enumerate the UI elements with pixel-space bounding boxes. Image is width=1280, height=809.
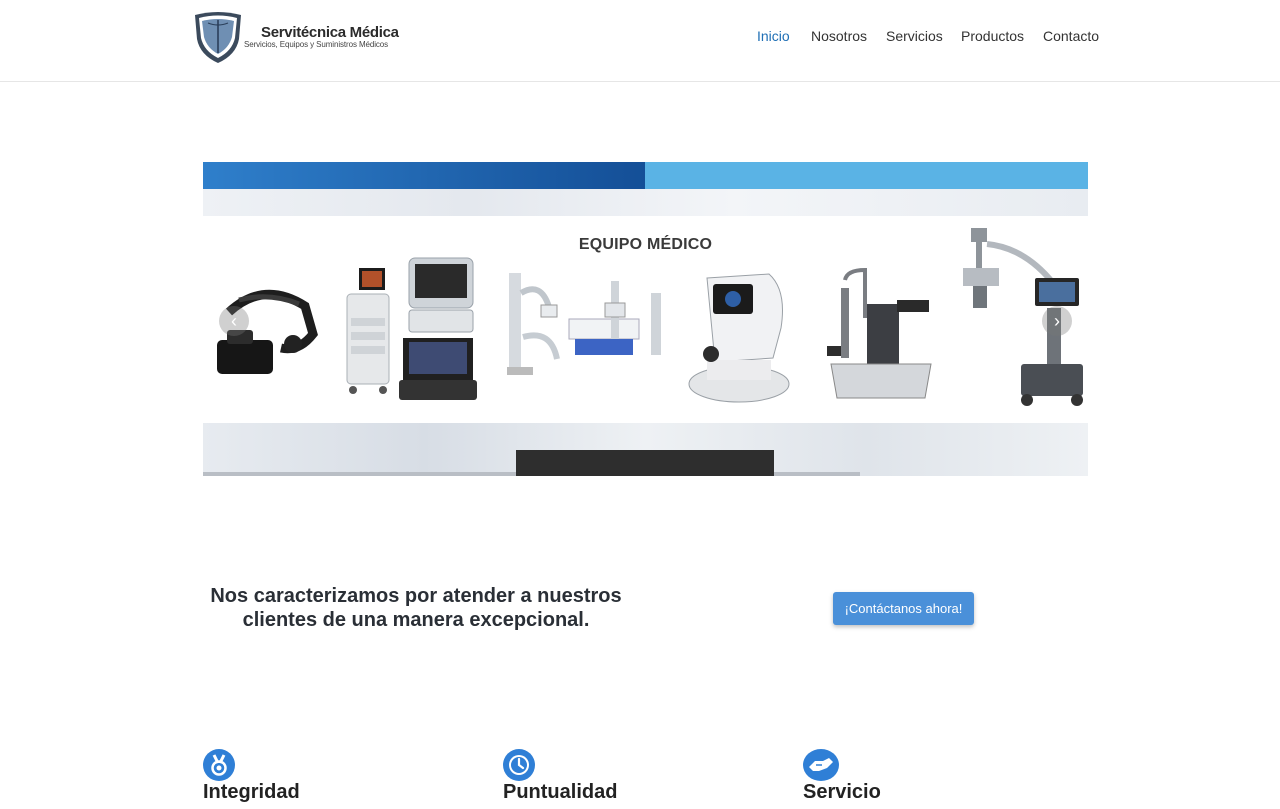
intro-tagline: Nos caracterizamos por atender a nuestro…	[210, 585, 622, 631]
nav-item-contacto[interactable]: Contacto	[1043, 28, 1099, 44]
site-header: Servitécnica Médica Servicios, Equipos y…	[0, 0, 1280, 82]
slide-caption-bar	[516, 450, 774, 476]
clock-icon	[503, 749, 535, 781]
slide-band-left	[203, 162, 645, 189]
slider-next-button[interactable]: ›	[1042, 306, 1072, 336]
main-nav: Inicio Nosotros Servicios Productos Cont…	[0, 28, 1280, 48]
medal-icon	[203, 749, 235, 781]
slider-prev-button[interactable]: ‹	[219, 306, 249, 336]
slit-lamp-image	[827, 267, 932, 399]
nav-item-nosotros[interactable]: Nosotros	[811, 28, 867, 44]
nav-item-inicio[interactable]: Inicio	[757, 28, 790, 44]
ultrasound-machines-image	[346, 257, 477, 400]
nav-item-servicios[interactable]: Servicios	[886, 28, 943, 44]
chevron-left-icon: ‹	[231, 311, 237, 331]
value-servicio: Servicio	[803, 749, 1023, 809]
value-integridad: Integridad	[203, 749, 423, 809]
slide-title: EQUIPO MÉDICO	[578, 236, 713, 253]
value-title: Integridad	[203, 781, 300, 803]
value-title: Servicio	[803, 781, 881, 803]
nav-item-productos[interactable]: Productos	[961, 28, 1024, 44]
handshake-icon	[803, 749, 839, 781]
slide-background-top	[203, 189, 1088, 216]
hero-slider[interactable]: EQUIPO MÉDICO ‹ ›	[203, 162, 1088, 476]
value-title: Puntualidad	[503, 781, 618, 803]
contact-now-button[interactable]: ¡Contáctanos ahora!	[833, 592, 974, 625]
value-puntualidad: Puntualidad	[503, 749, 723, 809]
x-ray-equipment-image	[507, 273, 661, 375]
chevron-right-icon: ›	[1054, 311, 1060, 331]
slide-band-right	[645, 162, 1088, 189]
autorefractor-image	[688, 273, 790, 403]
